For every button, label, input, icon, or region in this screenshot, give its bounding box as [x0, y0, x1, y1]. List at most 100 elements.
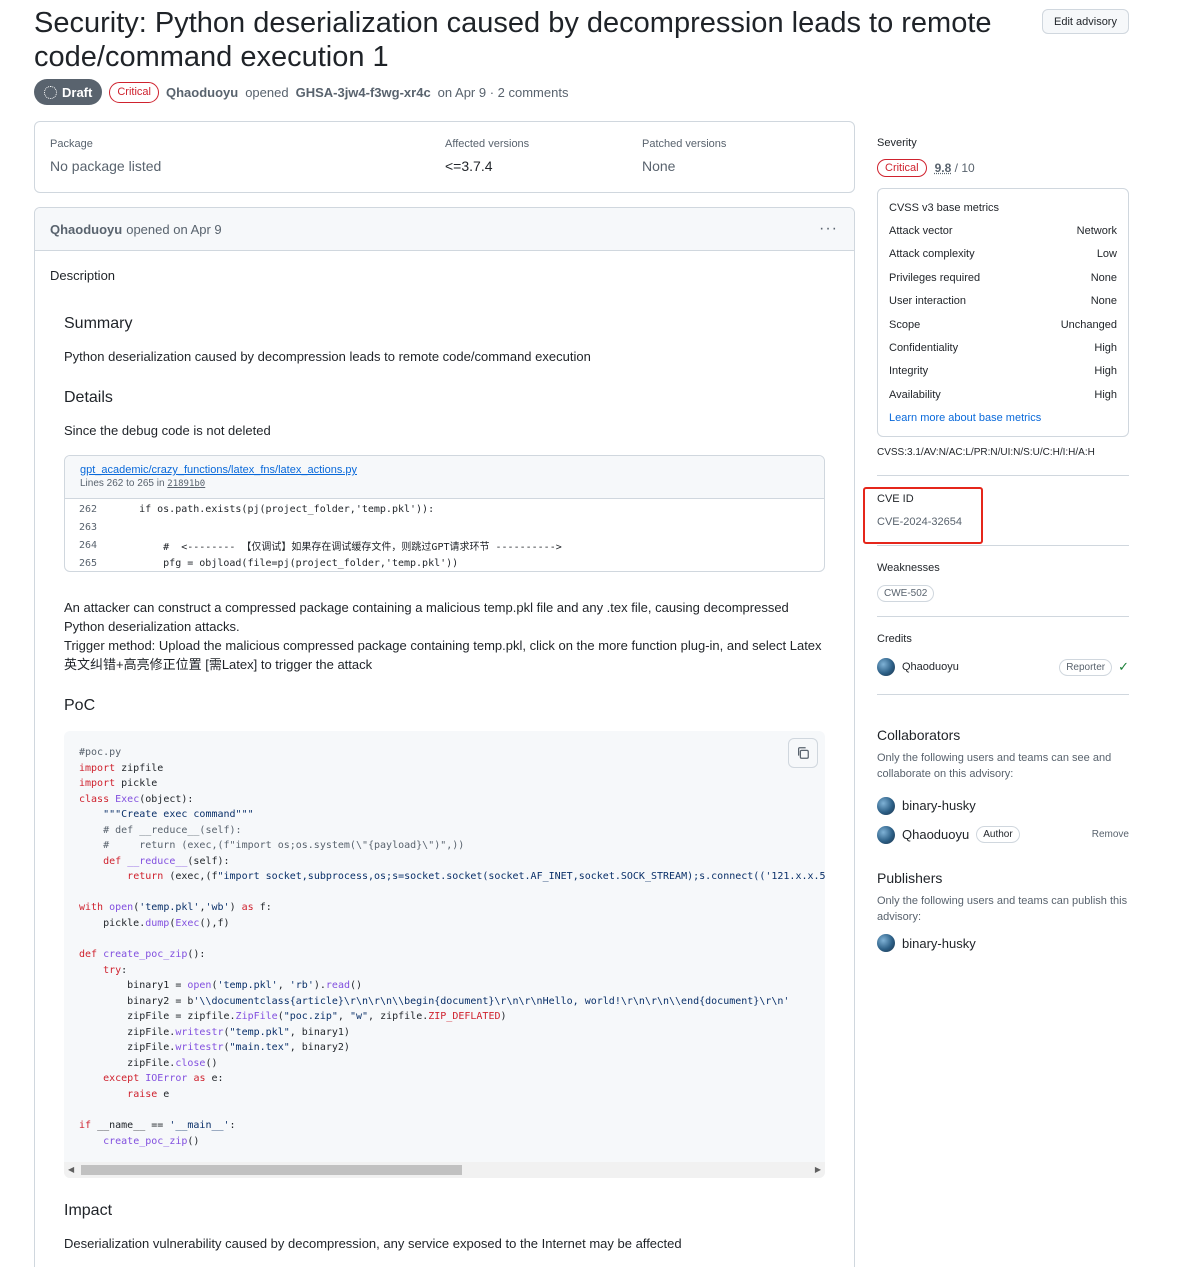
affected-value: <=3.7.4: [445, 158, 493, 174]
snippet-file-link[interactable]: gpt_academic/crazy_functions/latex_fns/l…: [80, 464, 824, 476]
sidebar-severity-badge: Critical: [877, 159, 927, 177]
code-permalink-snippet: gpt_academic/crazy_functions/latex_fns/l…: [64, 455, 825, 572]
cvss-metric-row: Availability High: [889, 389, 1117, 412]
collaborator-name: Qhaoduoyu: [902, 827, 970, 842]
comment-author[interactable]: Qhaoduoyu: [50, 222, 122, 237]
metric-value: High: [1094, 341, 1117, 354]
poc-code: #poc.py import zipfile import pickle cla…: [79, 747, 825, 1147]
scroll-right-icon[interactable]: ▶: [815, 1165, 821, 1174]
cvss-metric-row: Attack complexity Low: [889, 248, 1117, 271]
cvss-title: CVSS v3 base metrics: [889, 202, 1000, 214]
metric-name: Integrity: [889, 365, 929, 378]
comment-opened: opened on Apr 9: [126, 221, 222, 237]
package-info-box: Package No package listed Affected versi…: [34, 121, 855, 193]
trigger-description: Trigger method: Upload the malicious com…: [64, 638, 822, 672]
metric-value: High: [1094, 365, 1117, 378]
snippet-line-range: Lines 262 to 265 in 21891b0: [80, 478, 824, 489]
metric-value: Low: [1096, 248, 1117, 261]
metric-name: Attack complexity: [889, 248, 975, 261]
patched-value: None: [642, 158, 676, 174]
divider: [877, 475, 1129, 476]
edit-advisory-button[interactable]: Edit advisory: [1042, 9, 1129, 34]
horizontal-scrollbar[interactable]: ◀ ▶: [64, 1162, 825, 1178]
line-number[interactable]: 264: [65, 540, 115, 551]
line-code: if os.path.exists(pj(project_folder,'tem…: [115, 503, 435, 515]
snippet-line: 262 if os.path.exists(pj(project_folder,…: [65, 500, 824, 518]
credits-label: Credits: [877, 633, 912, 645]
metric-value: None: [1090, 271, 1117, 284]
collaborator-user[interactable]: binary-husky: [877, 796, 976, 815]
credit-role-group: Reporter ✓: [1059, 658, 1129, 676]
advisory-meta: Draft Critical Qhaoduoyu opened GHSA-3jw…: [34, 79, 568, 105]
publisher-name: binary-husky: [902, 935, 976, 951]
summary-heading: Summary: [64, 315, 133, 332]
credit-user-name: Qhaoduoyu: [902, 661, 959, 673]
collaborators-list: binary-husky Qhaoduoyu Author Remove: [877, 791, 1129, 849]
cvss-metric-list: Attack vector Network Attack complexity Low…: [889, 225, 1117, 412]
snippet-commit-link[interactable]: 21891b0: [167, 479, 205, 489]
details-heading: Details: [64, 389, 113, 406]
credit-user[interactable]: Qhaoduoyu: [877, 658, 959, 676]
line-number[interactable]: 265: [65, 558, 115, 569]
publishers-note: Only the following users and teams can p…: [877, 895, 1128, 923]
publisher-row[interactable]: binary-husky: [877, 934, 1129, 952]
weakness-list: CWE-502: [877, 584, 1129, 602]
divider: [877, 694, 1129, 695]
avatar: [877, 658, 895, 676]
snippet-line: 264 # <-------- 【仅调试】如果存在调试缓存文件，则跳过GPT请求…: [65, 536, 824, 554]
draft-icon: [44, 85, 57, 99]
remove-collaborator-button[interactable]: Remove: [1092, 829, 1129, 840]
scroll-left-icon[interactable]: ◀: [68, 1165, 74, 1174]
avatar: [877, 796, 895, 815]
weaknesses-label: Weaknesses: [877, 562, 940, 574]
avatar: [877, 934, 895, 952]
snippet-line: 265 pfg = objload(file=pj(project_folder…: [65, 554, 824, 571]
cvss-metric-row: Attack vector Network: [889, 225, 1117, 248]
impact-heading: Impact: [64, 1202, 113, 1219]
advisory-comment: Qhaoduoyu opened on Apr 9 ··· Descriptio…: [34, 207, 855, 1267]
collaborator-name: binary-husky: [902, 798, 976, 813]
metric-name: Privileges required: [889, 271, 981, 284]
line-code: pfg = objload(file=pj(project_folder,'te…: [115, 557, 459, 569]
snippet-line: 263: [65, 518, 824, 536]
comment-header: Qhaoduoyu opened on Apr 9 ···: [35, 208, 854, 251]
date-comments: on Apr 9 · 2 comments: [437, 84, 569, 100]
credit-row: Qhaoduoyu Reporter ✓: [877, 658, 1129, 676]
collaborator-user[interactable]: Qhaoduoyu Author: [877, 825, 1020, 844]
learn-more-link[interactable]: Learn more about base metrics: [889, 412, 1117, 424]
collaborators-heading: Collaborators: [877, 727, 961, 743]
package-label: Package: [50, 138, 93, 150]
cvss-metric-row: Privileges required None: [889, 272, 1117, 295]
line-number[interactable]: 262: [65, 504, 115, 515]
metric-name: Availability: [889, 388, 941, 401]
attack-description: An attacker can construct a compressed p…: [64, 600, 789, 634]
snippet-lines-text: Lines 262 to 265 in: [80, 478, 165, 489]
details-text: Since the debug code is not deleted: [64, 423, 271, 438]
metric-value: Unchanged: [1060, 318, 1117, 331]
snippet-code: 262 if os.path.exists(pj(project_folder,…: [65, 499, 824, 571]
cve-highlight-box: [863, 487, 983, 544]
scrollbar-thumb[interactable]: [81, 1165, 462, 1175]
metric-value: High: [1094, 388, 1117, 401]
collaborator-row: binary-husky: [877, 791, 1129, 820]
patched-versions-column: Patched versions None: [642, 138, 726, 174]
weakness-badge[interactable]: CWE-502: [877, 585, 935, 602]
cvss-metric-row: Confidentiality High: [889, 342, 1117, 365]
metric-name: Confidentiality: [889, 341, 959, 354]
kebab-menu-icon[interactable]: ···: [819, 220, 838, 238]
package-value: No package listed: [50, 158, 162, 174]
author-link[interactable]: Qhaoduoyu: [166, 85, 238, 100]
severity-score-row: Critical 9.8 / 10: [877, 159, 1129, 177]
line-code: # <-------- 【仅调试】如果存在调试缓存文件，则跳过GPT请求环节 -…: [115, 541, 562, 553]
line-number[interactable]: 263: [65, 522, 115, 533]
cvss-metric-row: Scope Unchanged: [889, 319, 1117, 342]
package-column: Package No package listed: [50, 138, 161, 174]
affected-versions-column: Affected versions <=3.7.4: [445, 138, 529, 174]
copy-icon[interactable]: [788, 738, 818, 768]
metric-name: Attack vector: [889, 225, 953, 237]
score-value[interactable]: 9.8: [935, 161, 952, 175]
poc-heading: PoC: [64, 697, 96, 714]
score-max: / 10: [954, 161, 975, 175]
credit-role-badge: Reporter: [1059, 658, 1113, 676]
affected-label: Affected versions: [445, 138, 530, 150]
